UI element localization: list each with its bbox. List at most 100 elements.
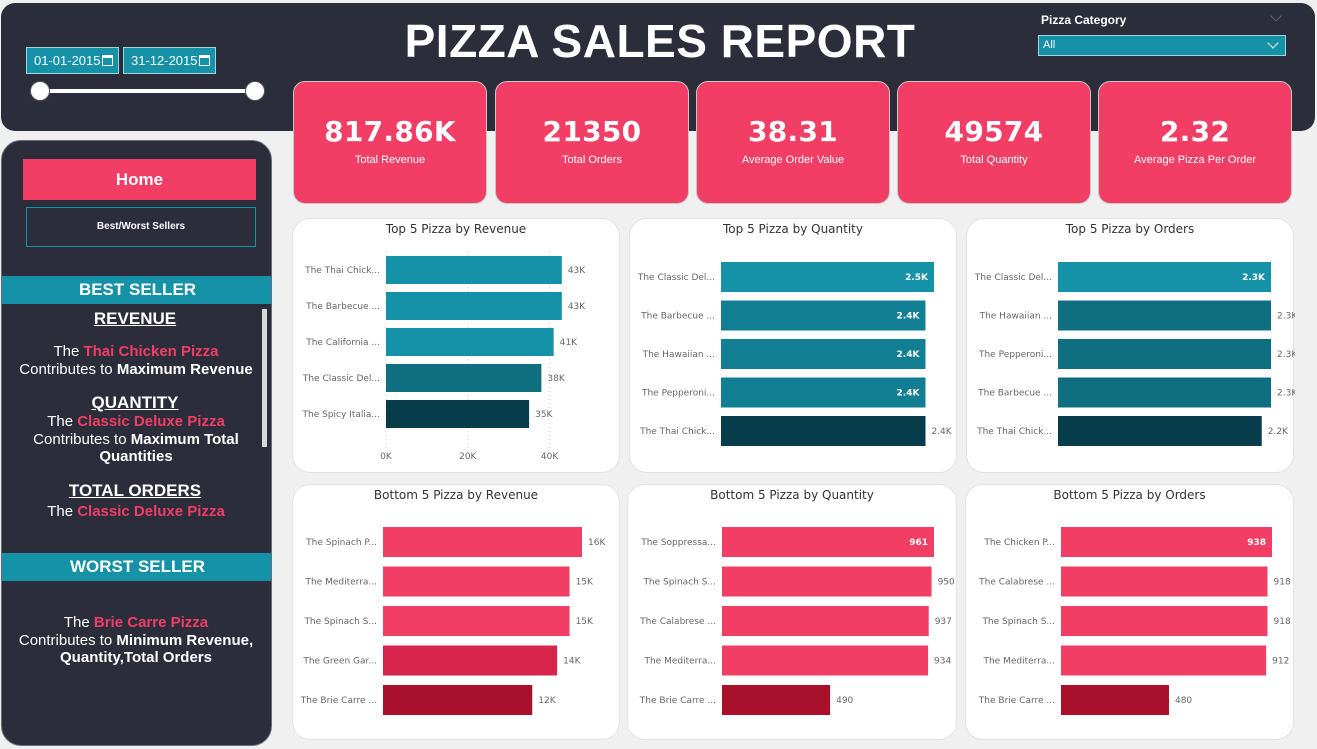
bar[interactable] — [383, 527, 582, 557]
data-label: 937 — [935, 617, 952, 627]
bar[interactable] — [383, 685, 533, 715]
bar[interactable] — [1058, 416, 1262, 446]
data-label: 2.3K — [1242, 273, 1266, 283]
revenue-heading: REVENUE — [93, 309, 177, 328]
chart-bottom-orders[interactable]: Bottom 5 Pizza by Orders The Chicken P..… — [965, 484, 1294, 740]
kpi-average-order-value: 38.31 Average Order Value — [696, 81, 890, 204]
bar[interactable] — [383, 606, 570, 636]
bar[interactable] — [1058, 300, 1271, 331]
summary-contributes: Contributes to — [33, 430, 127, 448]
category-label: The Classic Del... — [974, 273, 1052, 283]
best-seller-banner: BEST SELLER — [2, 276, 271, 304]
kpi-label: Total Quantity — [960, 154, 1028, 166]
kpi-value: 49574 — [944, 115, 1044, 148]
bar[interactable] — [1061, 685, 1169, 715]
date-slider-range — [39, 89, 255, 93]
bar[interactable] — [383, 645, 558, 676]
bar[interactable] — [1061, 645, 1267, 676]
bar[interactable] — [722, 606, 929, 636]
chart-top-revenue[interactable]: Top 5 Pizza by Revenue 0K 20K 40K The Thai … — [292, 218, 620, 473]
end-date-field[interactable]: 31-12-2015 — [123, 47, 216, 74]
kpi-label: Total Revenue — [354, 154, 426, 166]
kpi-label: Average Pizza Per Order — [1133, 154, 1257, 166]
data-label: 38K — [547, 374, 565, 384]
best-worst-sellers-button[interactable]: Best/Worst Sellers — [26, 207, 256, 247]
bar[interactable] — [722, 527, 934, 557]
bar[interactable] — [383, 566, 570, 597]
chart-bottom-revenue[interactable]: Bottom 5 Pizza by Revenue The Spinach P.… — [292, 484, 620, 740]
bar[interactable] — [722, 566, 932, 597]
category-label: The Spicy Italia... — [302, 410, 380, 420]
category-label: The Hawaiian ... — [979, 312, 1052, 322]
calendar-icon[interactable] — [102, 55, 113, 66]
data-label: 934 — [934, 657, 951, 667]
bar-chart-svg: 0K 20K 40K The Thai Chick... 43K The Barbecue… — [302, 251, 586, 462]
data-label: 2.3K — [1277, 389, 1295, 399]
category-label: The Classic Del... — [302, 374, 380, 384]
chart-bottom-quantity[interactable]: Bottom 5 Pizza by Quantity The Soppressa… — [627, 484, 957, 740]
summary-the: The — [63, 614, 90, 631]
bar[interactable] — [721, 377, 926, 408]
summary-contributes: Contributes to — [19, 360, 113, 378]
home-button[interactable]: Home — [23, 159, 256, 200]
chart-top-quantity[interactable]: Top 5 Pizza by Quantity The Classic Del.… — [629, 218, 957, 473]
revenue-summary: The Thai Chicken Pizza Contributes to Ma… — [2, 343, 270, 378]
kpi-total-revenue: 817.86K Total Revenue — [293, 81, 487, 204]
bar[interactable] — [386, 292, 562, 320]
category-label: The Calabrese ... — [639, 617, 716, 627]
bar[interactable] — [1061, 606, 1268, 636]
bar[interactable] — [386, 328, 554, 356]
summary-the: The — [47, 503, 74, 520]
chart-top-orders[interactable]: Top 5 Pizza by Orders The Classic Del...… — [966, 218, 1295, 473]
page-title: PIZZA SALES REPORT — [404, 15, 916, 67]
pizza-category-dropdown[interactable]: All — [1038, 35, 1286, 56]
data-label: 14K — [563, 657, 581, 667]
category-label: The Barbecue ... — [977, 389, 1052, 399]
bar[interactable] — [1058, 262, 1271, 292]
bar[interactable] — [721, 262, 934, 292]
quantity-heading: QUANTITY — [91, 393, 179, 412]
best-orders-pizza: Classic Deluxe Pizza — [77, 503, 225, 520]
bar[interactable] — [721, 300, 926, 331]
data-label: 12K — [538, 696, 556, 706]
bar-chart-svg: The Classic Del... 2.3K The Hawaiian ... 2.… — [974, 262, 1295, 446]
category-label: The Soppressa... — [640, 538, 716, 548]
category-label: The Spinach S... — [981, 617, 1055, 627]
start-date-field[interactable]: 01-01-2015 — [26, 47, 119, 74]
summary-the: The — [53, 343, 80, 360]
kpi-label: Total Orders — [562, 154, 622, 166]
data-label: 950 — [938, 578, 955, 588]
bar-chart-svg: The Spinach P... 16K The Mediterra... 15K Th… — [300, 527, 606, 715]
date-slider-end-handle[interactable] — [245, 81, 265, 101]
bar[interactable] — [722, 645, 929, 676]
data-label: 15K — [576, 578, 594, 588]
bar[interactable] — [386, 364, 542, 392]
kpi-total-orders: 21350 Total Orders — [495, 81, 689, 204]
category-label: The Thai Chick... — [304, 266, 380, 276]
date-slider-start-handle[interactable] — [30, 81, 50, 101]
best-revenue-pizza: Thai Chicken Pizza — [83, 343, 219, 360]
pizza-category-value: All — [1043, 39, 1056, 51]
category-label: The Calabrese ... — [978, 578, 1055, 588]
bar[interactable] — [1061, 527, 1272, 557]
data-label: 2.3K — [1277, 350, 1295, 360]
kpi-label: Average Order Value — [741, 154, 845, 166]
worst-seller-banner: WORST SELLER — [2, 553, 271, 581]
bar[interactable] — [1058, 339, 1271, 369]
category-label: The Mediterra... — [643, 657, 716, 667]
bar[interactable] — [721, 339, 926, 369]
bar[interactable] — [721, 416, 926, 446]
bar[interactable] — [386, 400, 530, 428]
data-label: 961 — [909, 538, 928, 548]
data-label: 918 — [1274, 617, 1291, 627]
calendar-icon[interactable] — [199, 55, 210, 66]
bar[interactable] — [1058, 377, 1271, 408]
bar[interactable] — [722, 685, 831, 715]
bar[interactable] — [386, 256, 562, 284]
worst-seller-summary: The Brie Carre Pizza Contributes to Mini… — [2, 614, 270, 667]
chevron-down-icon[interactable] — [1267, 37, 1279, 49]
summary-bold: Maximum Revenue — [116, 360, 253, 378]
summary-the: The — [47, 413, 74, 430]
kpi-value: 817.86K — [324, 115, 456, 148]
bar[interactable] — [1061, 566, 1268, 597]
